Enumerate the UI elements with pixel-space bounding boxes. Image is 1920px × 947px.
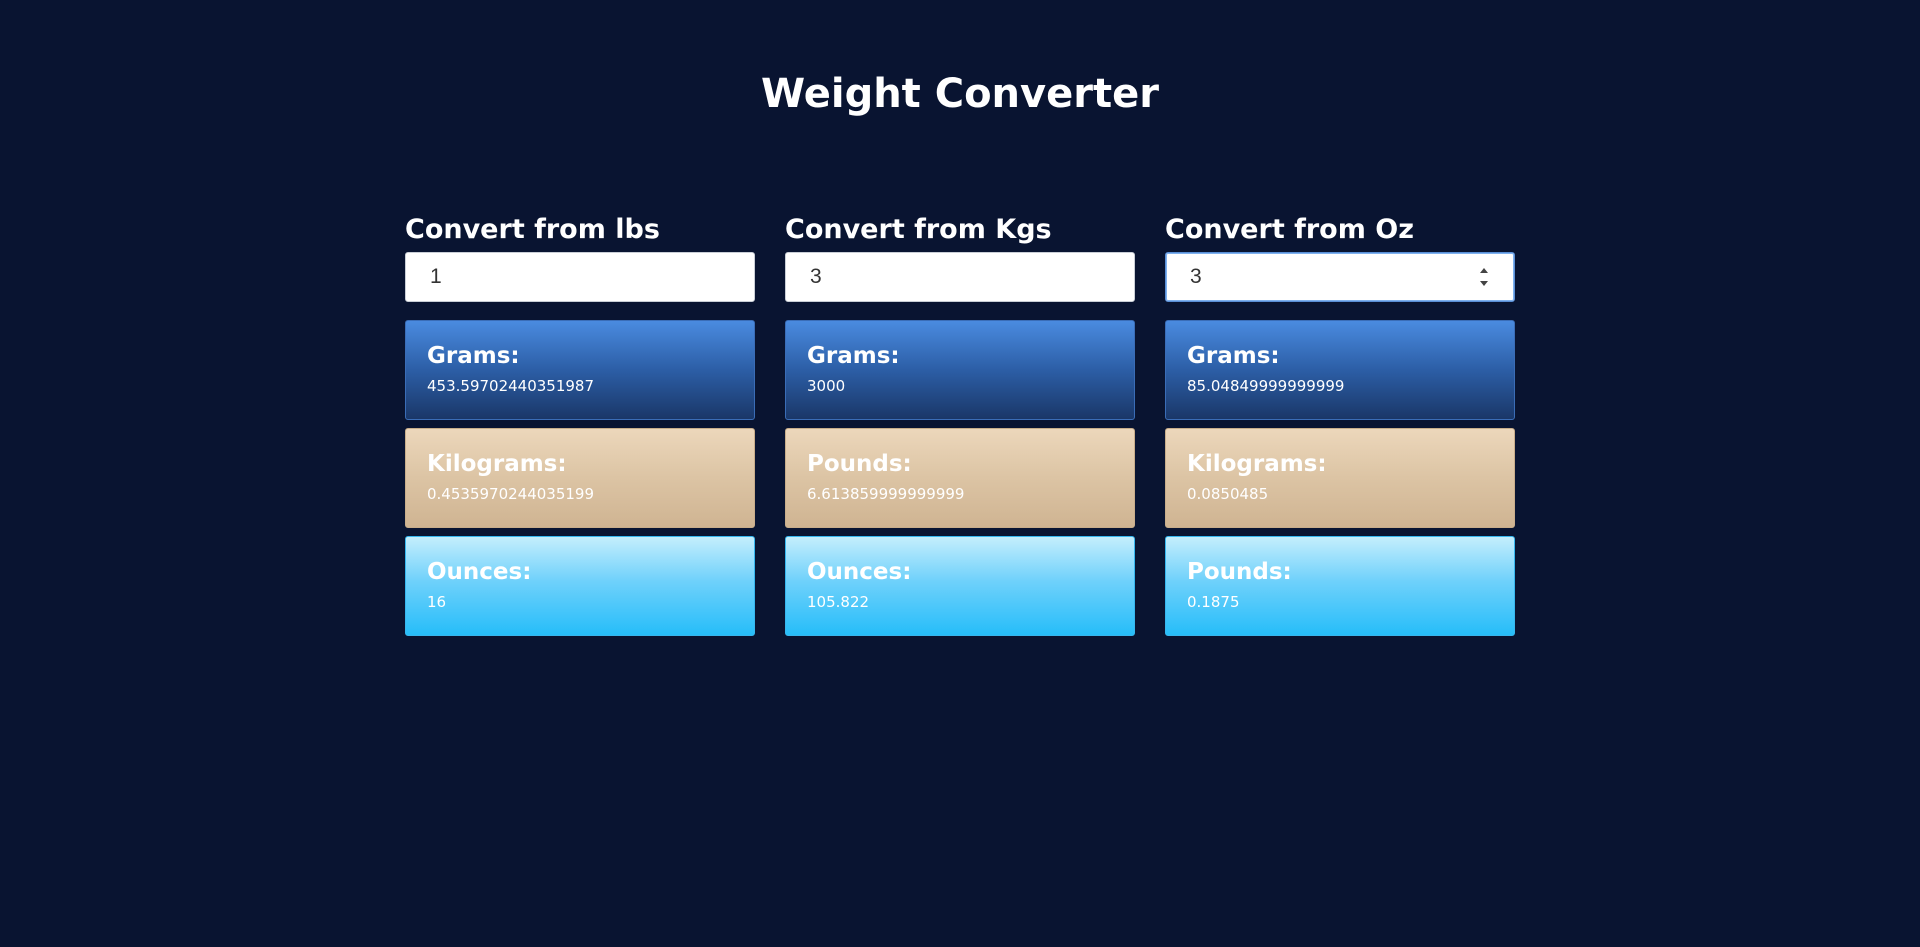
result-value: 85.04849999999999 <box>1187 377 1345 395</box>
kgs-ounces-card: Ounces: 105.822 <box>785 536 1135 636</box>
result-label: Ounces: <box>427 559 532 585</box>
kgs-grams-card: Grams: 3000 <box>785 320 1135 420</box>
oz-kilograms-card: Kilograms: 0.0850485 <box>1165 428 1515 528</box>
number-spinner[interactable] <box>1478 266 1490 288</box>
lbs-input-wrapper <box>405 252 755 302</box>
lbs-ounces-card: Ounces: 16 <box>405 536 755 636</box>
result-value: 0.1875 <box>1187 593 1240 611</box>
kgs-pounds-card: Pounds: 6.613859999999999 <box>785 428 1135 528</box>
kgs-converter-column: Convert from Kgs Grams: 3000 Pounds: 6.6… <box>785 210 1135 644</box>
result-value: 16 <box>427 593 447 611</box>
oz-input[interactable] <box>1166 253 1514 301</box>
result-label: Kilograms: <box>427 451 567 477</box>
spinner-down-icon[interactable] <box>1480 281 1488 286</box>
result-label: Pounds: <box>1187 559 1292 585</box>
lbs-grams-card: Grams: 453.59702440351987 <box>405 320 755 420</box>
result-value: 3000 <box>807 377 846 395</box>
lbs-column-label: Convert from lbs <box>405 214 660 245</box>
lbs-input[interactable] <box>406 253 754 301</box>
result-label: Kilograms: <box>1187 451 1327 477</box>
kgs-column-label: Convert from Kgs <box>785 214 1052 245</box>
weight-converter-page: Weight Converter Convert from lbs Grams:… <box>0 0 1920 947</box>
result-value: 6.613859999999999 <box>807 485 965 503</box>
spinner-up-icon[interactable] <box>1480 268 1488 273</box>
oz-grams-card: Grams: 85.04849999999999 <box>1165 320 1515 420</box>
kgs-input[interactable] <box>786 253 1134 301</box>
result-value: 0.4535970244035199 <box>427 485 595 503</box>
result-label: Grams: <box>1187 343 1280 369</box>
result-value: 0.0850485 <box>1187 485 1269 503</box>
oz-pounds-card: Pounds: 0.1875 <box>1165 536 1515 636</box>
result-value: 453.59702440351987 <box>427 377 595 395</box>
oz-column-label: Convert from Oz <box>1165 214 1414 245</box>
kgs-input-wrapper <box>785 252 1135 302</box>
page-title: Weight Converter <box>761 71 1159 117</box>
result-label: Grams: <box>807 343 900 369</box>
oz-input-wrapper <box>1165 252 1515 302</box>
oz-converter-column: Convert from Oz Grams: 85.04849999999999… <box>1165 210 1515 644</box>
lbs-converter-column: Convert from lbs Grams: 453.597024403519… <box>405 210 755 644</box>
result-label: Ounces: <box>807 559 912 585</box>
lbs-kilograms-card: Kilograms: 0.4535970244035199 <box>405 428 755 528</box>
result-label: Grams: <box>427 343 520 369</box>
result-label: Pounds: <box>807 451 912 477</box>
result-value: 105.822 <box>807 593 870 611</box>
